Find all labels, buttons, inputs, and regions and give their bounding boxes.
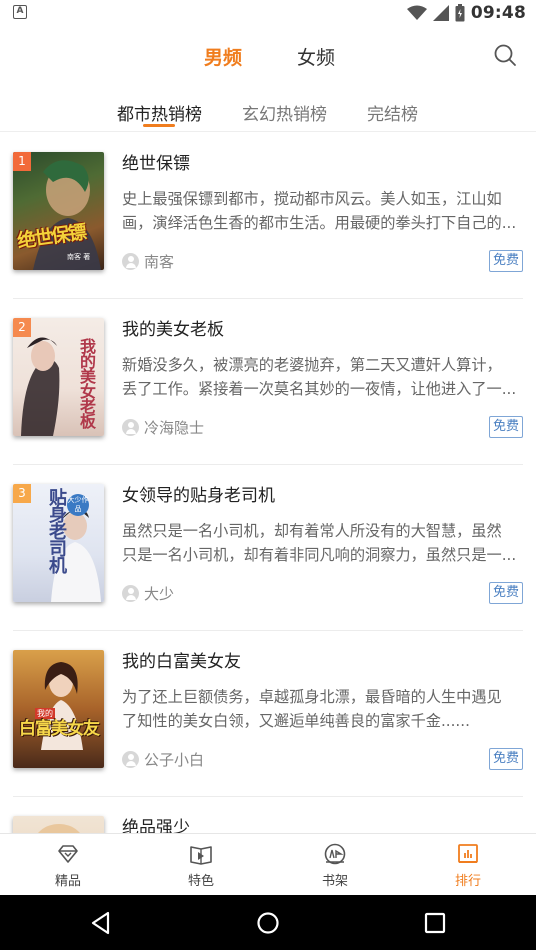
user-icon [122,252,139,270]
user-icon [122,584,139,602]
description-line: 了知性的美女白领，又邂逅单纯善良的富家千金...... [122,712,470,730]
cover-title: 我的美女老板 [77,338,96,428]
nav-featured[interactable]: 精品 [28,834,108,896]
book-title[interactable]: 绝世保镖 [122,149,190,174]
nav-bookshelf[interactable]: 书架 [295,834,375,896]
battery-icon [455,4,465,22]
shelf-icon [324,843,346,865]
book-title[interactable]: 我的白富美女友 [122,647,241,672]
rank-badge: 1 [13,152,31,171]
book-cover[interactable]: 我的 白富美女友 [13,650,104,768]
home-icon[interactable] [255,910,281,936]
ranking-icon [458,844,478,863]
diamond-icon [58,845,78,863]
nav-ranking[interactable]: 排行 [428,834,508,896]
notification-icon: A [13,5,27,19]
author-row: 公子小白 [122,749,204,769]
book-cover[interactable]: 绝世保镖 南客 著 1 [13,152,104,270]
rank-badge: 3 [13,484,31,503]
book-author: 大少 [144,584,175,603]
book-description: 史上最强保镖到都市，搅动都市风云。美人如玉，江山如 画，演绎活色生香的都市生活。… [122,187,525,235]
book-item[interactable]: 贴身老司机 大少作品 3 女领导的贴身老司机 虽然只是一名小司机，却有着常人所没… [0,465,536,631]
book-item[interactable]: 绝世保镖 南客 著 1 绝世保镖 史上最强保镖到都市，搅动都市风云。美人如玉，江… [0,133,536,299]
free-badge: 免费 [488,250,523,272]
book-author: 冷海隐士 [144,418,205,437]
book-description: 新婚没多久，被漂亮的老婆抛弃，第二天又遭奸人算计， 丢了工作。紧接着一次莫名其妙… [122,353,525,401]
cover-author: 南客 著 [67,253,91,261]
system-navigation-bar [0,895,536,950]
author-row: 大少 [122,583,174,603]
status-icons: 09:48 [406,2,526,24]
book-description: 为了还上巨额债务，卓越孤身北漂，最昏暗的人生中遇见 了知性的美女白领，又邂逅单纯… [122,685,525,733]
free-badge: 免费 [488,748,523,770]
subtab-finished[interactable]: 完结榜 [367,100,418,125]
description-line: 为了还上巨额债务，卓越孤身北漂，最昏暗的人生中遇见 [122,688,502,706]
description-line: 史上最强保镖到都市，搅动都市风云。美人如玉，江山如 [122,190,502,208]
back-icon[interactable] [88,910,114,936]
description-line: 丢了工作。紧接着一次莫名其妙的一夜情，让他进入了一... [122,380,517,398]
cover-title: 贴身老司机 [46,488,67,573]
free-badge: 免费 [488,416,523,438]
cover-author: 我的 [35,708,55,719]
nav-special[interactable]: 特色 [161,834,241,896]
book-open-icon [190,846,212,865]
description-line: 画，演绎活色生香的都市生活。用最硬的拳头打下自己的... [122,214,517,232]
author-row: 南客 [122,251,174,271]
ranking-subtabs: 都市热销榜 玄幻热销榜 完结榜 [0,88,536,132]
book-item[interactable]: 我的 白富美女友 我的白富美女友 为了还上巨额债务，卓越孤身北漂，最昏暗的人生中… [0,631,536,797]
book-item[interactable]: 绝品强少 [0,797,536,833]
subtab-urban[interactable]: 都市热销榜 [117,100,202,125]
bottom-navigation: 精品 特色 书架 排行 [0,833,536,895]
nav-label: 排行 [454,874,481,889]
clock: 09:48 [470,3,526,23]
book-title[interactable]: 我的美女老板 [122,315,224,340]
book-item[interactable]: 我的美女老板 2 我的美女老板 新婚没多久，被漂亮的老婆抛弃，第二天又遭奸人算计… [0,299,536,465]
book-cover[interactable]: 贴身老司机 大少作品 3 [13,484,104,602]
rank-badge: 2 [13,318,31,337]
recents-icon[interactable] [422,910,448,936]
user-icon [122,418,139,436]
free-badge: 免费 [488,582,523,604]
tab-female[interactable]: 女频 [297,43,335,70]
nav-label: 书架 [321,874,348,889]
nav-label: 精品 [54,874,81,889]
book-author: 公子小白 [144,750,205,769]
cover-title: 白富美女友 [19,719,100,739]
subtab-fantasy[interactable]: 玄幻热销榜 [242,100,327,125]
app-header: 男频 女频 [0,26,536,86]
book-title[interactable]: 绝品强少 [122,813,190,833]
book-author: 南客 [144,252,175,271]
nav-label: 特色 [187,874,214,889]
wifi-icon [406,5,427,20]
author-row: 冷海隐士 [122,417,204,437]
signal-icon [432,5,449,21]
user-icon [122,750,139,768]
description-line: 虽然只是一名小司机，却有着常人所没有的大智慧，虽然 [122,522,502,540]
book-list[interactable]: 绝世保镖 南客 著 1 绝世保镖 史上最强保镖到都市，搅动都市风云。美人如玉，江… [0,133,536,833]
description-line: 只是一名小司机，却有着非同凡响的洞察力，虽然只是一... [122,546,517,564]
status-bar: A 09:48 [0,0,536,26]
search-icon[interactable] [493,43,517,67]
book-description: 虽然只是一名小司机，却有着常人所没有的大智慧，虽然 只是一名小司机，却有着非同凡… [122,519,525,567]
book-cover[interactable]: 我的美女老板 2 [13,318,104,436]
cover-author: 大少作品 [67,494,89,516]
book-title[interactable]: 女领导的贴身老司机 [122,481,275,506]
book-cover[interactable] [13,816,104,833]
subtab-indicator [143,124,175,127]
tab-male[interactable]: 男频 [204,43,242,70]
description-line: 新婚没多久，被漂亮的老婆抛弃，第二天又遭奸人算计， [122,356,502,374]
